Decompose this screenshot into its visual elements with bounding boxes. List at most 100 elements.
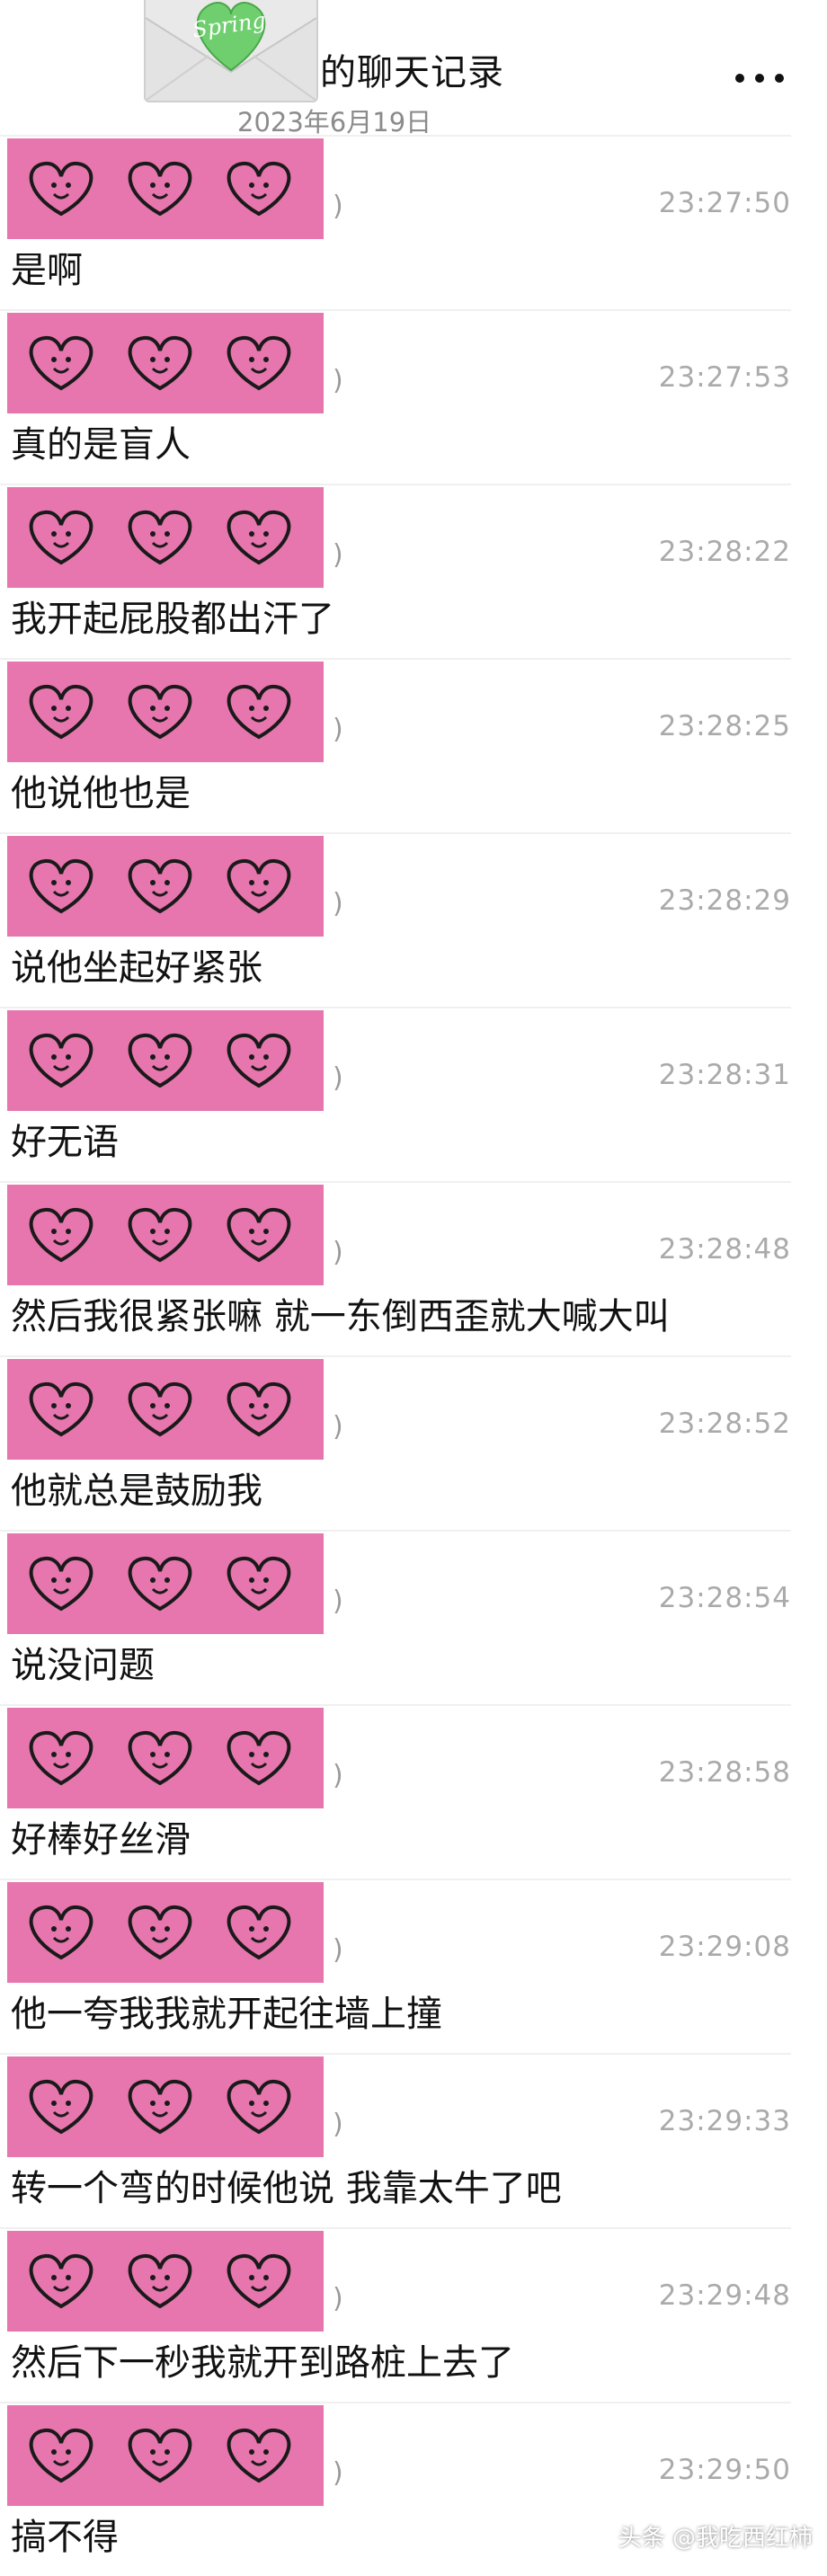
more-dot: [775, 74, 784, 83]
message-time: 23:29:08: [658, 1931, 791, 1963]
message-text: 转一个弯的时候他说 我靠太牛了吧: [11, 2168, 562, 2209]
sticker-image[interactable]: [7, 313, 324, 413]
chat-message: ) 23:28:48 然后我很紧张嘛 就一东倒西歪就大喊大叫: [0, 1181, 791, 1355]
heart-face-icon: [29, 1730, 93, 1786]
sticker-image[interactable]: [7, 662, 324, 762]
heart-face-icon: [29, 1207, 93, 1263]
message-time: 23:28:58: [658, 1756, 791, 1789]
sticker-image[interactable]: [7, 1533, 324, 1634]
heart-face-icon: [128, 2253, 192, 2309]
divider: [0, 309, 791, 311]
sender-name-paren: ): [333, 1062, 343, 1094]
heart-face-icon: [227, 1556, 291, 1612]
heart-face-icon: [227, 161, 291, 217]
sticker-image[interactable]: [7, 836, 324, 937]
chat-message: ) 23:27:53 真的是盲人: [0, 309, 791, 484]
heart-face-icon: [128, 684, 192, 740]
sender-name-paren: ): [333, 539, 343, 571]
message-text: 是啊: [11, 250, 83, 291]
sender-name-paren: ): [333, 1760, 343, 1791]
heart-face-icon: [29, 2253, 93, 2309]
divider: [0, 1530, 791, 1532]
heart-face-icon: [29, 684, 93, 740]
message-text: 好棒好丝滑: [11, 1819, 191, 1861]
heart-face-icon: [227, 335, 291, 391]
chat-message: ) 23:28:29 说他坐起好紧张: [0, 832, 791, 1007]
divider: [0, 484, 791, 485]
divider: [0, 2227, 791, 2229]
heart-face-icon: [227, 1381, 291, 1437]
heart-face-icon: [128, 1207, 192, 1263]
sticker-image[interactable]: [7, 487, 324, 588]
sticker-image[interactable]: [7, 1882, 324, 1983]
chat-date: 2023年6月19日: [237, 107, 432, 138]
message-text: 他说他也是: [11, 773, 191, 814]
heart-face-icon: [227, 2428, 291, 2483]
avatar[interactable]: Spring: [144, 0, 318, 102]
heart-face-icon: [29, 335, 93, 391]
heart-face-icon: [128, 1033, 192, 1088]
message-time: 23:28:25: [658, 710, 791, 742]
divider: [0, 1355, 791, 1357]
sender-name-paren: ): [333, 1237, 343, 1268]
heart-face-icon: [227, 1905, 291, 1960]
divider: [0, 2402, 791, 2403]
heart-face-icon: [128, 1730, 192, 1786]
heart-face-icon: [227, 2079, 291, 2135]
message-text: 然后下一秒我就开到路桩上去了: [11, 2342, 514, 2384]
heart-face-icon: [128, 858, 192, 914]
sticker-image[interactable]: [7, 2405, 324, 2506]
more-button[interactable]: [719, 65, 800, 92]
heart-face-icon: [29, 1556, 93, 1612]
chat-message: ) 23:29:08 他一夸我我就开起往墙上撞: [0, 1879, 791, 2053]
sticker-image[interactable]: [7, 1708, 324, 1808]
message-time: 23:28:22: [658, 536, 791, 568]
chat-message: ) 23:28:31 好无语: [0, 1007, 791, 1181]
sticker-image[interactable]: [7, 1185, 324, 1285]
heart-face-icon: [128, 335, 192, 391]
sender-name-paren: ): [333, 888, 343, 919]
page-title: 的聊天记录: [320, 52, 504, 93]
sender-name-paren: ): [333, 2109, 343, 2140]
message-text: 说他坐起好紧张: [11, 947, 262, 989]
heart-face-icon: [227, 510, 291, 565]
sticker-image[interactable]: [7, 2231, 324, 2332]
chat-message: ) 23:28:25 他说他也是: [0, 658, 791, 832]
sender-name-paren: ): [333, 1934, 343, 1966]
message-time: 23:29:33: [658, 2105, 791, 2137]
sticker-image[interactable]: [7, 1010, 324, 1111]
heart-face-icon: [29, 161, 93, 217]
message-time: 23:29:50: [658, 2454, 791, 2486]
message-text: 真的是盲人: [11, 424, 191, 466]
sticker-image[interactable]: [7, 2056, 324, 2157]
chat-message: ) 23:28:22 我开起屁股都出汗了: [0, 484, 791, 658]
message-text: 说没问题: [11, 1645, 155, 1686]
chat-header: Spring 的聊天记录 2023年6月19日: [0, 0, 827, 138]
message-text: 我开起屁股都出汗了: [11, 599, 334, 640]
watermark: 头条 @我吃西红柿: [618, 2525, 813, 2552]
heart-face-icon: [128, 510, 192, 565]
sender-name-paren: ): [333, 1411, 343, 1443]
chat-message: ) 23:29:33 转一个弯的时候他说 我靠太牛了吧: [0, 2053, 791, 2227]
divider: [0, 832, 791, 834]
heart-face-icon: [29, 2079, 93, 2135]
message-time: 23:28:31: [658, 1059, 791, 1091]
divider: [0, 1181, 791, 1183]
more-dot: [755, 74, 764, 83]
message-text: 他一夸我我就开起往墙上撞: [11, 1994, 442, 2035]
heart-face-icon: [29, 1381, 93, 1437]
heart-face-icon: [227, 2253, 291, 2309]
heart-face-icon: [227, 1207, 291, 1263]
sender-name-paren: ): [333, 714, 343, 745]
heart-face-icon: [128, 1556, 192, 1612]
message-time: 23:28:48: [658, 1233, 791, 1266]
heart-face-icon: [128, 2079, 192, 2135]
message-time: 23:28:54: [658, 1582, 791, 1614]
sticker-image[interactable]: [7, 138, 324, 239]
heart-face-icon: [128, 1905, 192, 1960]
heart-face-icon: [29, 510, 93, 565]
sticker-image[interactable]: [7, 1359, 324, 1460]
sender-name-paren: ): [333, 191, 343, 222]
message-time: 23:29:48: [658, 2279, 791, 2312]
sender-name-paren: ): [333, 1586, 343, 1617]
